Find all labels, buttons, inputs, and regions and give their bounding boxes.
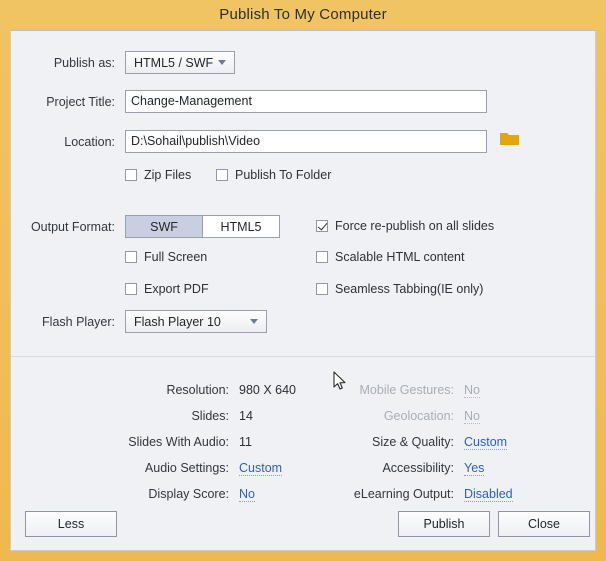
summary-label: Resolution: xyxy=(166,383,229,397)
zip-files-checkbox[interactable]: Zip Files xyxy=(125,168,191,182)
chevron-down-icon xyxy=(218,60,226,65)
summary-row-geolocation: Geolocation: No xyxy=(236,409,480,424)
location-input[interactable]: D:\Sohail\publish\Video xyxy=(125,130,487,153)
summary-row-mobile-gestures: Mobile Gestures: No xyxy=(236,383,480,398)
force-republish-checkbox[interactable]: Force re-publish on all slides xyxy=(316,219,494,233)
output-format-option-swf[interactable]: SWF xyxy=(126,216,202,237)
summary-value-mobile-gestures: No xyxy=(464,383,480,398)
summary-row-elearning-output: eLearning Output: Disabled xyxy=(236,487,513,502)
full-screen-label: Full Screen xyxy=(144,250,208,264)
summary-label: eLearning Output: xyxy=(353,487,454,501)
publish-to-folder-control[interactable]: Publish To Folder xyxy=(216,168,331,182)
publish-as-value: HTML5 / SWF xyxy=(134,55,214,70)
summary-row-slides: Slides: 14 xyxy=(11,409,252,423)
checkbox-box xyxy=(125,251,137,263)
publish-button[interactable]: Publish xyxy=(398,511,490,537)
dialog-button-bar: Less Publish Close xyxy=(11,507,595,551)
checkbox-box xyxy=(316,251,328,263)
scalable-html-label: Scalable HTML content xyxy=(335,250,465,264)
summary-label: Audio Settings: xyxy=(144,461,229,475)
checkbox-box-checked xyxy=(316,220,328,232)
flash-player-row: Flash Player: Flash Player 10 xyxy=(11,310,267,333)
summary-label: Mobile Gestures: xyxy=(359,383,454,397)
summary-label: Slides: xyxy=(191,409,229,423)
summary-link-elearning-output[interactable]: Disabled xyxy=(464,487,513,502)
checkbox-box xyxy=(216,169,228,181)
output-format-toggle[interactable]: SWF HTML5 xyxy=(125,215,280,238)
summary-label: Geolocation: xyxy=(383,409,454,423)
export-pdf-checkbox[interactable]: Export PDF xyxy=(125,282,209,296)
summary-label: Accessibility: xyxy=(382,461,454,475)
summary-value-geolocation: No xyxy=(464,409,480,424)
zip-files-label: Zip Files xyxy=(144,168,192,182)
force-republish-label: Force re-publish on all slides xyxy=(335,219,495,233)
project-title-label: Project Title: xyxy=(46,94,115,109)
publish-as-label: Publish as: xyxy=(53,55,115,70)
summary-row-display-score: Display Score: No xyxy=(11,487,255,502)
seamless-tabbing-checkbox[interactable]: Seamless Tabbing(IE only) xyxy=(316,282,483,296)
dialog-title: Publish To My Computer xyxy=(219,6,387,23)
location-row: Location: D:\Sohail\publish\Video xyxy=(11,130,521,153)
publish-summary: Resolution: 980 X 640 Slides: 14 Slides … xyxy=(11,357,595,507)
publish-to-folder-checkbox[interactable]: Publish To Folder xyxy=(216,168,331,182)
output-format-row: Output Format: SWF HTML5 xyxy=(11,215,280,238)
project-title-row: Project Title: Change-Management xyxy=(11,90,487,113)
summary-link-size-quality[interactable]: Custom xyxy=(464,435,508,450)
scalable-html-checkbox[interactable]: Scalable HTML content xyxy=(316,250,464,264)
summary-row-accessibility: Accessibility: Yes xyxy=(236,461,485,476)
export-pdf-control[interactable]: Export PDF xyxy=(125,282,209,296)
output-format-option-html5[interactable]: HTML5 xyxy=(202,216,279,237)
less-button[interactable]: Less xyxy=(25,511,117,537)
flash-player-value: Flash Player 10 xyxy=(134,314,221,329)
chevron-down-icon xyxy=(250,319,258,324)
location-label: Location: xyxy=(64,134,115,149)
summary-label: Size & Quality: xyxy=(372,435,454,449)
publish-settings-form: Publish as: HTML5 / SWF Project Title: C… xyxy=(11,31,595,357)
seamless-tabbing-label: Seamless Tabbing(IE only) xyxy=(335,282,484,296)
folder-icon[interactable] xyxy=(499,130,521,153)
flash-player-select[interactable]: Flash Player 10 xyxy=(125,310,267,333)
close-button[interactable]: Close xyxy=(498,511,590,537)
flash-player-label: Flash Player: xyxy=(42,314,115,329)
zip-files-control[interactable]: Zip Files xyxy=(125,168,191,182)
full-screen-checkbox[interactable]: Full Screen xyxy=(125,250,207,264)
publish-to-folder-label: Publish To Folder xyxy=(235,168,332,182)
checkbox-box xyxy=(125,283,137,295)
checkbox-box xyxy=(125,169,137,181)
seamless-tabbing-control[interactable]: Seamless Tabbing(IE only) xyxy=(316,282,483,296)
publish-dialog: Publish To My Computer Publish as: HTML5… xyxy=(0,0,606,561)
publish-as-row: Publish as: HTML5 / SWF xyxy=(11,51,236,74)
summary-row-size-quality: Size & Quality: Custom xyxy=(236,435,508,450)
dialog-body: Publish as: HTML5 / SWF Project Title: C… xyxy=(10,30,596,551)
summary-link-accessibility[interactable]: Yes xyxy=(464,461,485,476)
full-screen-control[interactable]: Full Screen xyxy=(125,250,207,264)
summary-row-slides-with-audio: Slides With Audio: 11 xyxy=(11,435,252,449)
checkbox-box xyxy=(316,283,328,295)
export-pdf-label: Export PDF xyxy=(144,282,209,296)
output-format-label: Output Format: xyxy=(30,219,115,234)
summary-label: Display Score: xyxy=(148,487,229,501)
project-title-input[interactable]: Change-Management xyxy=(125,90,487,113)
publish-as-select[interactable]: HTML5 / SWF xyxy=(125,51,235,74)
force-republish-control[interactable]: Force re-publish on all slides xyxy=(316,219,494,233)
scalable-html-control[interactable]: Scalable HTML content xyxy=(316,250,464,264)
summary-label: Slides With Audio: xyxy=(128,435,229,449)
